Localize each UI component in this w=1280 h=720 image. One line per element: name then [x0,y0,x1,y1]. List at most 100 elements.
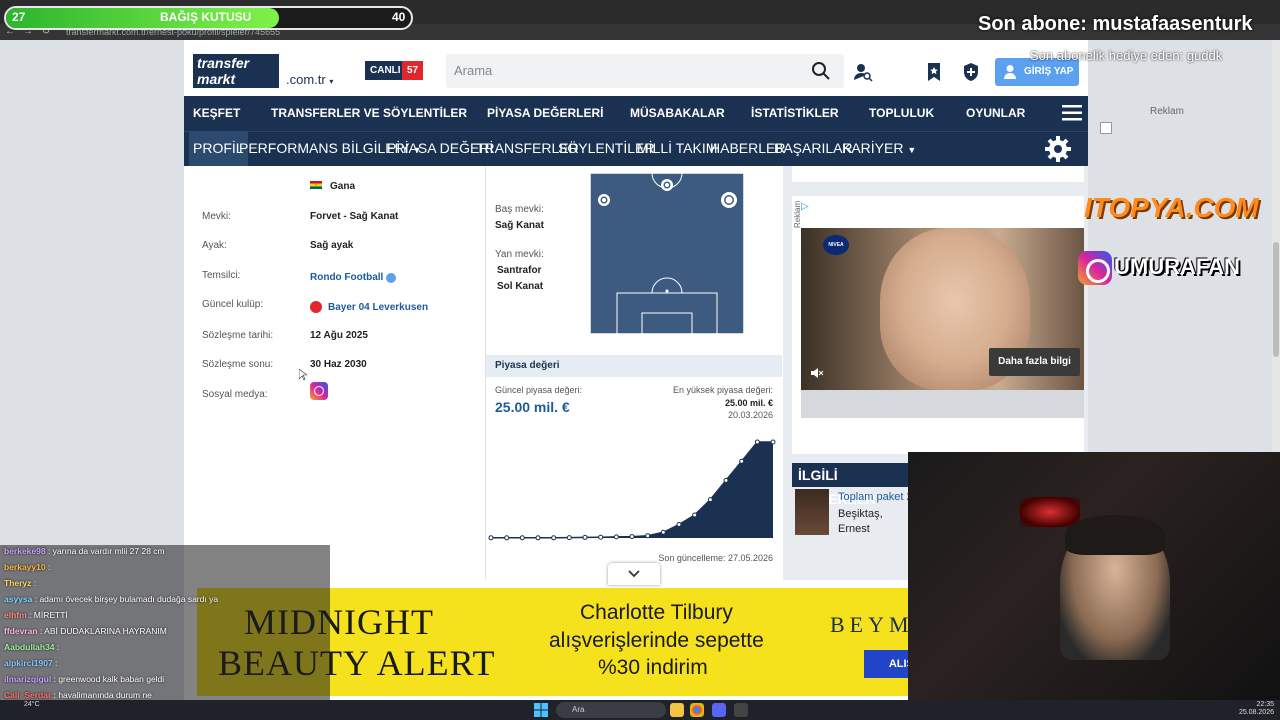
discord-icon[interactable] [712,703,726,717]
broken-image-icon [1100,122,1112,134]
chart-point[interactable] [739,458,745,464]
chart-point[interactable] [598,534,604,540]
obs-icon[interactable] [734,703,748,717]
nav-item-discover[interactable]: KEŞFET [193,96,240,131]
transfermarkt-logo[interactable]: transfer markt [193,54,279,88]
chat-message: elhfm : MİRETTİ [4,610,68,620]
search-icon[interactable] [811,61,831,81]
chart-point[interactable] [660,529,666,535]
search-input[interactable]: Arama [446,54,844,88]
chart-point[interactable] [488,535,494,541]
chat-username: ffdevran [4,626,38,636]
chat-message: berkayy10 : [4,562,50,572]
webcam-background-light [1020,497,1080,527]
news-title[interactable]: Beşiktaş, Ernest hazırlanıyor - Op [838,507,910,537]
tab-achievements[interactable]: BAŞARILAR [774,131,853,166]
chat-text: : yarına da vardır mlii 27 28 cm [45,546,165,556]
foot-label: Ayak: [202,240,227,251]
ad-copy-3: %30 indirim [598,656,708,679]
domain-selector[interactable]: .com.tr ▾ [286,72,333,87]
scrollbar-thumb[interactable] [1273,242,1279,357]
chat-username: Cali_Serdar [4,690,52,700]
adchoices-icon[interactable]: ▷ [801,201,815,213]
contract-end-label: Sözleşme sonu: [202,359,274,370]
mute-icon[interactable] [810,366,824,380]
ad-label: Reklam [1150,106,1184,117]
chart-point[interactable] [535,535,541,541]
clock-date: 25.08.2026 [1238,709,1274,716]
instagram-icon [1078,251,1112,285]
chat-username: berkayy10 [4,562,46,572]
bookmark-icon[interactable] [925,62,943,82]
chat-message: berkeke98 : yarına da vardır mlii 27 28 … [4,546,165,556]
gear-icon[interactable] [1043,134,1073,164]
market-value-chart[interactable] [488,430,778,545]
tab-performance-label: PERFORMANS BİLGİLERİ [239,140,409,156]
club-link[interactable]: Bayer 04 Leverkusen [328,302,428,313]
highest-value-label: En yüksek piyasa değeri: [672,385,773,395]
file-explorer-icon[interactable] [670,703,684,717]
current-value[interactable]: 25.00 mil. € [495,399,570,415]
chart-point[interactable] [551,535,557,541]
agent-link[interactable]: Rondo Football [310,272,383,283]
contract-start-label: Sözleşme tarihi: [202,330,274,341]
news-tag[interactable]: Toplam paket 23 [838,491,919,503]
donation-goal: 40 [392,10,406,24]
menu-icon[interactable] [1062,104,1082,122]
chat-message: asyysa : adamı övecek birşey bulamadı du… [4,594,218,604]
chart-point[interactable] [519,535,525,541]
chart-point[interactable] [707,497,713,503]
main-position-label: Baş mevki: [495,204,544,215]
shield-icon[interactable] [962,62,980,82]
ad-progress-area [801,390,1084,418]
clock-time: 22:35 [1256,701,1274,708]
login-label: GİRİŞ YAP [1024,66,1074,77]
chart-point[interactable] [504,535,510,541]
chevron-down-icon[interactable] [626,566,642,582]
chart-point[interactable] [723,477,729,483]
nav-item-statistics[interactable]: İSTATİSTİKLER [751,96,839,131]
tab-national-team[interactable]: MİLLİ TAKIM [637,131,717,166]
club-label: Güncel kulüp: [202,299,264,310]
windows-start-icon[interactable] [534,703,548,717]
chart-point[interactable] [613,534,619,540]
chart-point[interactable] [692,512,698,518]
other-position-value-2: Sol Kanat [497,281,544,292]
ad-copy-2: alışverişlerinde sepette [549,629,764,652]
nav-item-competitions[interactable]: MÜSABAKALAR [630,96,725,131]
chat-username: asyysa [4,594,33,604]
contract-start-value: 12 Ağu 2025 [310,330,368,341]
chart-point[interactable] [676,522,682,528]
chat-message: ffdevran : ABİ DUDAKLARINA HAYRANIM [4,626,167,636]
domain-label: .com.tr [286,72,326,87]
user-icon [1004,65,1016,79]
tab-career[interactable]: KARİYER ▼ [842,131,916,166]
chart-point[interactable] [582,534,588,540]
chart-point[interactable] [645,533,651,539]
instagram-icon[interactable] [310,382,328,400]
news-thumbnail[interactable] [795,489,829,535]
taskbar-clock[interactable]: 22:35 25.08.2026 [1226,701,1274,717]
chat-username: elhfm [4,610,27,620]
live-count-badge: 57 [402,61,423,80]
chat-text: : ABİ DUDAKLARINA HAYRANIM [37,626,167,636]
weather-widget[interactable]: 24°C [24,701,40,709]
chat-text: : greenwood kalk baban geldi [51,674,165,684]
chart-point[interactable] [770,439,776,445]
nav-item-market-values[interactable]: PİYASA DEĞERLERİ [487,96,603,131]
social-label: Sosyal medya: [202,389,268,400]
nav-item-games[interactable]: OYUNLAR [966,96,1025,131]
ad-more-info-button[interactable]: Daha fazla bilgi [989,348,1080,376]
user-search-icon[interactable] [853,62,873,82]
ad-copy-1: Charlotte Tilbury [580,601,733,624]
chrome-icon[interactable] [690,703,704,717]
nav-item-community[interactable]: TOPLULUK [869,96,934,131]
tab-career-label: KARİYER [842,140,904,156]
chart-point[interactable] [754,439,760,445]
last-updated: Son güncelleme: 27.05.2026 [658,553,773,563]
taskbar-search[interactable]: Ara [556,702,666,718]
logo-line2: markt [197,71,236,87]
chart-point[interactable] [566,535,572,541]
chart-point[interactable] [629,534,635,540]
nav-item-transfers[interactable]: TRANSFERLER VE SÖYLENTİLER [271,96,467,131]
